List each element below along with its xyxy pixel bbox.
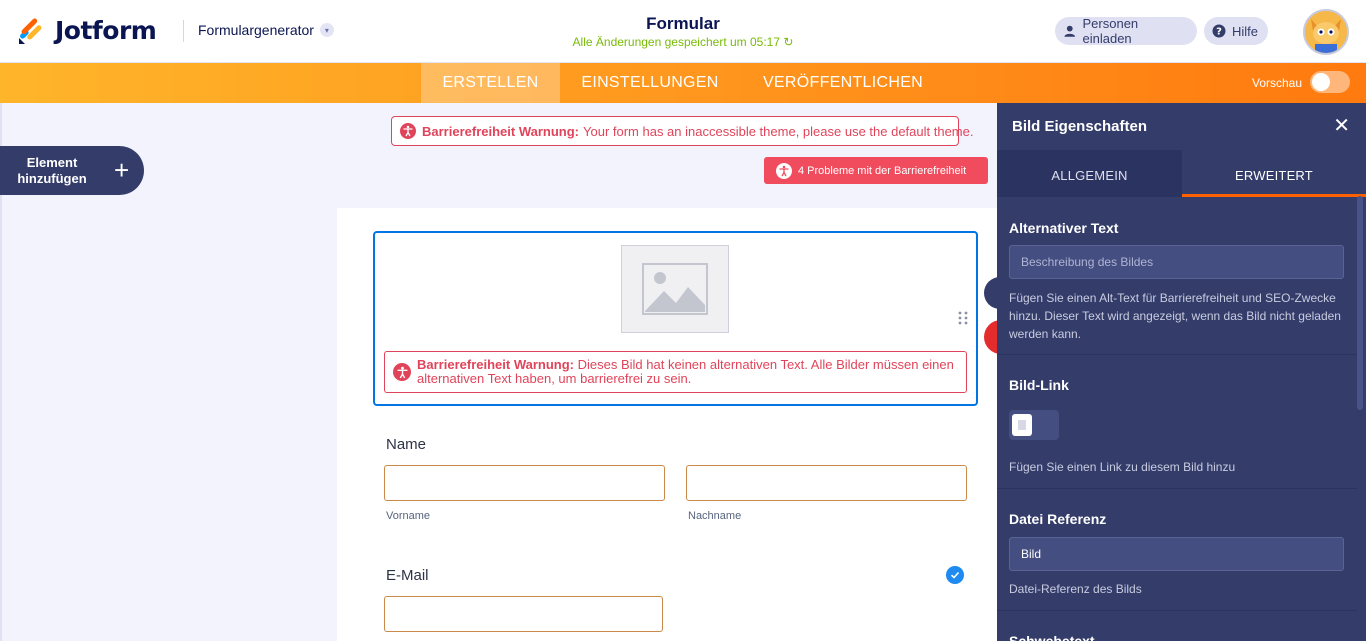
image-placeholder[interactable]	[621, 245, 729, 333]
close-icon[interactable]: ✕	[1333, 116, 1350, 136]
file-reference-input[interactable]: Bild	[1009, 537, 1344, 571]
theme-accessibility-warning: Barrierefreiheit Warnung: Your form has …	[391, 116, 973, 146]
alt-text-section: Alternativer Text Beschreibung des Bilde…	[997, 197, 1357, 355]
jotform-logo-icon	[19, 18, 42, 44]
plus-icon: +	[114, 155, 130, 185]
generator-label: Formulargenerator	[198, 22, 314, 38]
tab-build[interactable]: ERSTELLEN	[421, 63, 560, 103]
image-warning-message: Barrierefreiheit Warnung: Dieses Bild ha…	[417, 358, 958, 386]
tab-advanced[interactable]: ERWEITERT	[1182, 150, 1366, 197]
alt-text-description: Fügen Sie einen Alt-Text für Barrierefre…	[1009, 291, 1341, 341]
refresh-icon: ↻	[783, 35, 794, 49]
header-divider	[183, 20, 184, 42]
hover-text-title: Schwebetext	[1009, 633, 1095, 641]
toggle-knob	[1312, 73, 1330, 91]
logo-text: Jotform	[55, 15, 157, 45]
email-input[interactable]	[384, 596, 663, 632]
image-link-title: Bild-Link	[1009, 377, 1069, 393]
first-name-input[interactable]	[384, 465, 665, 501]
preview-label: Vorschau	[1252, 76, 1303, 90]
name-label: Name	[386, 436, 427, 453]
svg-text:?: ?	[1216, 26, 1222, 37]
image-link-description: Fügen Sie einen Link zu diesem Bild hinz…	[1009, 460, 1236, 474]
drag-handle-icon[interactable]	[958, 311, 968, 325]
issues-label: 4 Probleme mit der Barrierefreiheit	[798, 164, 967, 177]
form-generator-dropdown[interactable]: Formulargenerator ▾	[198, 22, 334, 38]
last-name-sublabel: Nachname	[688, 510, 742, 522]
accessibility-icon	[400, 123, 416, 139]
file-reference-description: Datei-Referenz des Bilds	[1009, 582, 1142, 596]
image-properties-panel: Bild Eigenschaften ✕ ALLGEMEIN ERWEITERT…	[997, 103, 1366, 641]
image-link-toggle[interactable]	[1009, 410, 1059, 440]
tab-publish[interactable]: VERÖFFENTLICHEN	[750, 63, 936, 103]
alt-text-input[interactable]: Beschreibung des Bildes	[1009, 245, 1344, 279]
first-name-sublabel: Vorname	[386, 510, 431, 522]
last-name-input[interactable]	[686, 465, 967, 501]
file-reference-title: Datei Referenz	[1009, 511, 1107, 527]
top-header: Jotform Formulargenerator ▾ Formular All…	[0, 0, 1366, 63]
image-icon	[642, 263, 708, 315]
user-icon	[1064, 25, 1076, 37]
preview-toggle[interactable]	[1310, 71, 1350, 93]
banner-warning-text: Your form has an inaccessible theme, ple…	[583, 123, 974, 139]
check-icon[interactable]	[946, 566, 964, 584]
properties-scrollbar[interactable]	[1357, 196, 1363, 410]
email-label: E-Mail	[386, 567, 429, 584]
alt-text-title: Alternativer Text	[1009, 220, 1119, 236]
avatar-icon	[1305, 11, 1347, 53]
invite-button[interactable]: Personen einladen	[1055, 16, 1197, 46]
accessibility-icon	[776, 162, 792, 179]
hover-text-section: Schwebetext	[997, 611, 1357, 641]
help-icon: ?	[1212, 24, 1226, 37]
add-element-button[interactable]: Element hinzufügen +	[0, 146, 144, 195]
image-accessibility-warning: Barrierefreiheit Warnung: Dieses Bild ha…	[384, 351, 967, 393]
properties-tabs: ALLGEMEIN ERWEITERT	[997, 150, 1366, 197]
main-nav: ERSTELLEN EINSTELLUNGEN VERÖFFENTLICHEN …	[0, 63, 1366, 103]
banner-warning-title: Barrierefreiheit Warnung:	[422, 123, 579, 139]
tab-settings[interactable]: EINSTELLUNGEN	[565, 63, 735, 103]
invite-label: Personen einladen	[1082, 16, 1139, 46]
properties-title: Bild Eigenschaften	[1012, 118, 1148, 135]
file-reference-section: Datei Referenz Bild Datei-Referenz des B…	[997, 489, 1357, 611]
user-avatar[interactable]	[1303, 9, 1349, 55]
chevron-down-icon: ▾	[319, 23, 334, 37]
help-label: Hilfe	[1231, 23, 1258, 39]
accessibility-issues-button[interactable]: 4 Probleme mit der Barrierefreiheit	[764, 157, 988, 184]
saved-status-text: Alle Änderungen gespeichert um 05:17	[572, 35, 781, 49]
tab-general[interactable]: ALLGEMEIN	[997, 150, 1182, 197]
image-warning-title: Barrierefreiheit Warnung:	[417, 357, 574, 372]
accessibility-icon	[393, 363, 411, 381]
add-element-label: Element hinzufügen	[17, 154, 87, 186]
help-button[interactable]: ? Hilfe	[1204, 17, 1268, 45]
image-link-section: Bild-Link Fügen Sie einen Link zu diesem…	[997, 355, 1357, 489]
jotform-logo[interactable]: Jotform	[17, 14, 157, 46]
toggle-knob	[1012, 414, 1032, 436]
